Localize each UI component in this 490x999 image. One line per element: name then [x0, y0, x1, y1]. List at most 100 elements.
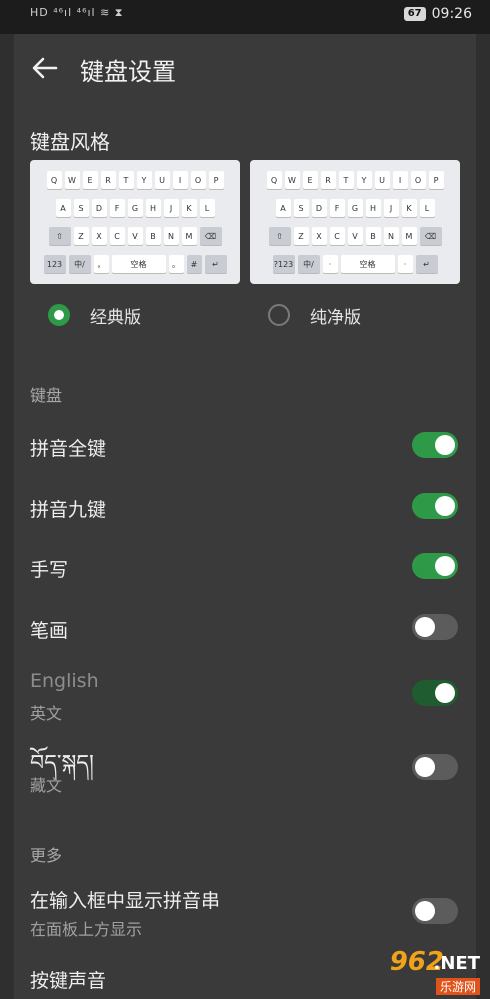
arrow-left-icon[interactable]	[30, 54, 60, 82]
key-row-1: Q W E R T Y U I O P	[250, 171, 460, 189]
key: X	[311, 227, 327, 245]
setting-label: 笔画	[30, 620, 69, 642]
key: Z	[293, 227, 309, 245]
mode-key: ?123	[272, 255, 295, 273]
toggle-switch[interactable]	[412, 680, 458, 706]
setting-row-handwriting[interactable]: 手写	[14, 545, 476, 589]
toggle-knob	[435, 435, 455, 455]
clock: 09:26	[431, 6, 472, 22]
key: M	[401, 227, 417, 245]
radio-unselected-icon[interactable]	[268, 304, 290, 326]
key: C	[109, 227, 125, 245]
settings-page: 键盘设置 键盘风格 Q W E R T Y U I O P A S D F G …	[14, 34, 476, 999]
setting-label: 在输入框中显示拼音串	[30, 890, 221, 912]
space-key: 空格	[340, 255, 395, 273]
key: W	[64, 171, 80, 189]
key-row-1: Q W E R T Y U I O P	[30, 171, 240, 189]
setting-row-english[interactable]: English 英文	[14, 664, 476, 724]
setting-row-tibetan[interactable]: བོད་སྐད། 藏文	[14, 734, 476, 798]
key: U	[154, 171, 170, 189]
toggle-switch[interactable]	[412, 898, 458, 924]
key: K	[401, 199, 417, 217]
setting-row-show-pinyin[interactable]: 在输入框中显示拼音串 在面板上方显示	[14, 878, 476, 940]
style-option-classic[interactable]: 经典版	[48, 300, 141, 330]
lang-key: 中/	[68, 255, 91, 273]
key: T	[338, 171, 354, 189]
toggle-knob	[435, 556, 455, 576]
key: J	[163, 199, 179, 217]
key-row-3: ⇧ Z X C V B N M ⌫	[30, 227, 240, 245]
key: R	[100, 171, 116, 189]
page-title: 键盘设置	[80, 58, 176, 86]
key: I	[392, 171, 408, 189]
toggle-switch[interactable]	[412, 493, 458, 519]
setting-row-stroke[interactable]: 笔画	[14, 606, 476, 650]
key: S	[293, 199, 309, 217]
keyboard-preview-classic[interactable]: Q W E R T Y U I O P A S D F G H J K L ⇧ …	[30, 160, 240, 284]
key-row-2: A S D F G H J K L	[250, 199, 460, 217]
key: V	[127, 227, 143, 245]
signal-icons: HD ⁴⁶ıl ⁴⁶ıl ≋ ⧗	[30, 6, 124, 19]
app-bar: 键盘设置	[14, 46, 476, 90]
mode-key: 123	[43, 255, 66, 273]
setting-row-pinyin-nine[interactable]: 拼音九键	[14, 485, 476, 529]
key: N	[163, 227, 179, 245]
setting-sublabel: 英文	[30, 704, 63, 723]
key: E	[302, 171, 318, 189]
toggle-switch[interactable]	[412, 614, 458, 640]
toggle-knob	[435, 496, 455, 516]
key: V	[347, 227, 363, 245]
key: I	[172, 171, 188, 189]
setting-sublabel: 藏文	[30, 776, 63, 795]
key: S	[73, 199, 89, 217]
enter-icon: ↵	[204, 255, 227, 273]
backspace-icon: ⌫	[199, 227, 222, 245]
setting-row-pinyin-full[interactable]: 拼音全键	[14, 424, 476, 468]
comma-key: ·	[322, 255, 338, 273]
setting-label: 拼音九键	[30, 499, 107, 521]
toggle-switch[interactable]	[412, 553, 458, 579]
key: X	[91, 227, 107, 245]
key: Q	[46, 171, 62, 189]
key: Z	[73, 227, 89, 245]
key-row-2: A S D F G H J K L	[30, 199, 240, 217]
watermark-net: .NET	[433, 953, 480, 974]
key-row-4: ?123 中/ · 空格 · ↵	[250, 255, 460, 273]
key: D	[311, 199, 327, 217]
key: R	[320, 171, 336, 189]
toggle-switch[interactable]	[412, 754, 458, 780]
style-option-pure[interactable]: 纯净版	[268, 300, 361, 330]
key: G	[127, 199, 143, 217]
key: Q	[266, 171, 282, 189]
key: T	[118, 171, 134, 189]
enter-icon: ↵	[415, 255, 438, 273]
key: M	[181, 227, 197, 245]
lang-key: 中/	[297, 255, 320, 273]
key-row-3: ⇧ Z X C V B N M ⌫	[250, 227, 460, 245]
key: F	[109, 199, 125, 217]
setting-sublabel: 在面板上方显示	[30, 920, 143, 939]
key: H	[145, 199, 161, 217]
radio-selected-icon[interactable]	[48, 304, 70, 326]
battery-icon: 67	[403, 7, 426, 21]
more-group-label: 更多	[30, 846, 63, 865]
key: N	[383, 227, 399, 245]
toggle-switch[interactable]	[412, 432, 458, 458]
key: K	[181, 199, 197, 217]
watermark-logo: 962 .NET 乐游网	[352, 947, 484, 995]
period-key: ·	[397, 255, 413, 273]
setting-label: 按键声音	[30, 970, 107, 992]
key: H	[365, 199, 381, 217]
space-key: 空格	[111, 255, 166, 273]
setting-label: 手写	[30, 559, 69, 581]
keyboard-style-heading: 键盘风格	[30, 130, 110, 154]
watermark-site: 乐游网	[435, 978, 480, 995]
key: E	[82, 171, 98, 189]
shift-icon: ⇧	[268, 227, 291, 245]
keyboard-preview-pure[interactable]: Q W E R T Y U I O P A S D F G H J K L ⇧ …	[250, 160, 460, 284]
key: A	[275, 199, 291, 217]
style-option-label: 经典版	[90, 307, 141, 328]
key: G	[347, 199, 363, 217]
key: A	[55, 199, 71, 217]
key: C	[329, 227, 345, 245]
